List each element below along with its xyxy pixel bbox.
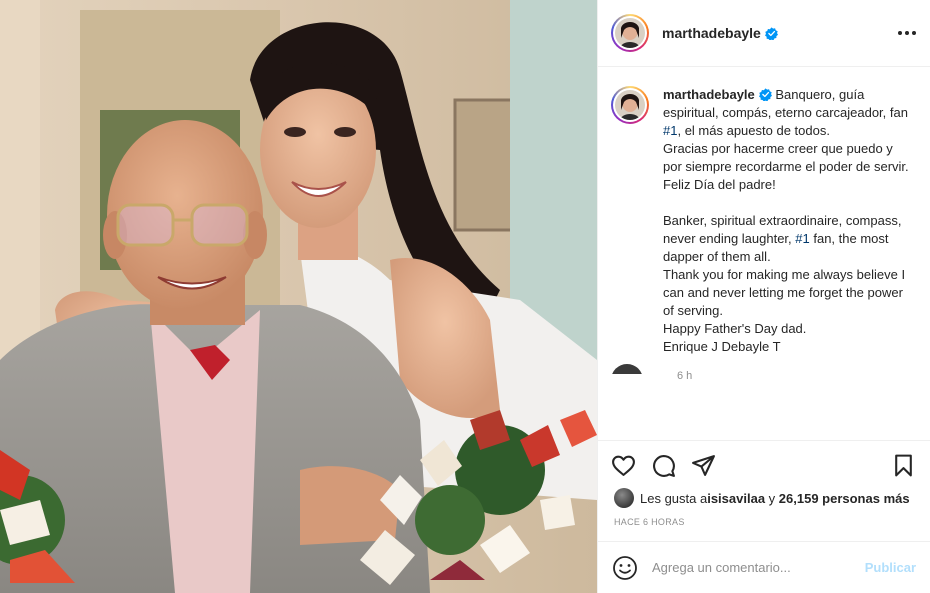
likes-prefix: Les gusta a [640,490,708,506]
caption-avatar [615,90,645,120]
story-ring[interactable] [611,14,649,52]
post-header: marthadebayle [598,0,930,67]
heart-icon[interactable] [610,453,636,479]
hashtag-link-1[interactable]: #1 [663,123,677,138]
likes-count[interactable]: 26,159 personas más [779,491,910,506]
caption-part-2: , el más apuesto de todos. Gracias por h… [663,123,909,246]
paper-plane-icon[interactable] [690,453,716,479]
hashtag-link-2[interactable]: #1 [795,231,809,246]
verified-badge-icon [764,26,778,40]
post-photo[interactable] [0,0,597,593]
add-comment-bar: Publicar [598,541,930,593]
comments-section[interactable]: marthadebayle Banquero, guía espiritual,… [598,68,930,440]
caption-text: marthadebayle Banquero, guía espiritual,… [663,86,914,356]
header-username[interactable]: marthadebayle [662,25,761,41]
instagram-post: marthadebayle marthadebayle Banquero, gu… [0,0,930,593]
post-date[interactable]: HACE 6 HORAS [614,517,685,527]
likes-summary: Les gusta a isisavilaa y 26,159 personas… [614,488,910,508]
caption-verified-badge-icon [758,88,772,101]
avatar [615,18,645,48]
liker-username[interactable]: isisavilaa [707,491,765,506]
next-comment-peek [611,360,916,374]
caption-row: marthadebayle Banquero, guía espiritual,… [611,86,914,356]
publish-button[interactable]: Publicar [865,560,916,575]
likes-middle: y [765,490,779,506]
liker-avatar[interactable] [614,488,634,508]
action-bar [598,440,930,490]
avatar-image [615,18,645,48]
more-options-icon[interactable] [898,31,916,35]
caption-username[interactable]: marthadebayle [663,87,755,102]
emoji-icon[interactable] [612,555,638,581]
post-side-panel: marthadebayle marthadebayle Banquero, gu… [597,0,930,593]
comment-bubble-icon[interactable] [650,453,676,479]
post-photo-illustration [0,0,597,593]
caption-part-3: fan, the most dapper of them all. Thank … [663,231,906,354]
commenter-avatar [611,364,643,374]
caption-story-ring[interactable] [611,86,649,124]
bookmark-icon[interactable] [890,453,916,479]
comment-input[interactable] [652,560,852,575]
caption-avatar-image [615,90,645,120]
